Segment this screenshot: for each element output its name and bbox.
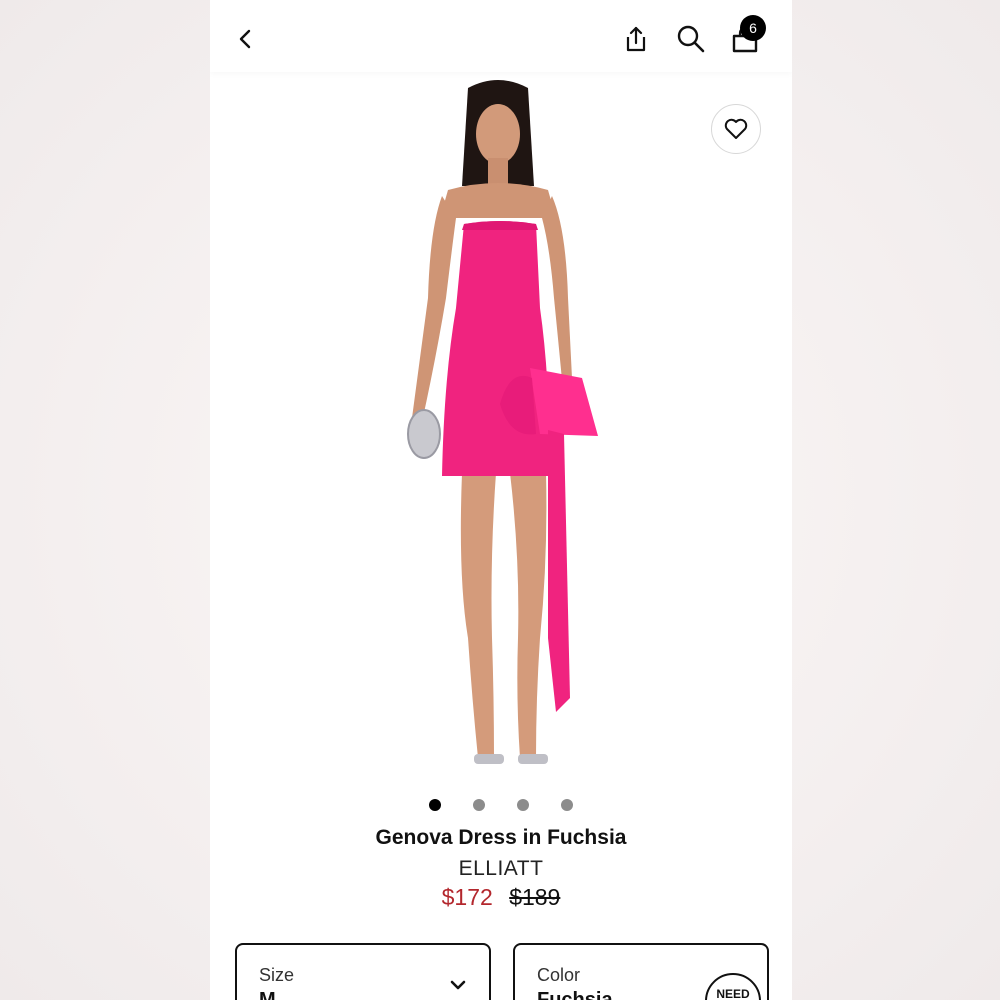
cart-count-badge: 6 [740, 15, 766, 41]
original-price: $189 [509, 884, 561, 910]
size-select[interactable]: Size M [235, 943, 491, 1000]
color-select-value: Fuchsia [537, 989, 613, 1000]
product-image[interactable] [350, 78, 650, 788]
price-row: $172 $189 [210, 884, 792, 911]
heart-icon [724, 118, 748, 139]
search-icon [677, 25, 705, 53]
product-title: Genova Dress in Fuchsia [375, 826, 627, 849]
carousel-dot-2[interactable] [473, 799, 485, 811]
chevron-left-icon [239, 29, 251, 49]
top-nav-bar: 6 [210, 0, 792, 72]
image-carousel-dots [210, 799, 792, 813]
need-help-label: NEED [716, 987, 750, 1000]
product-brand[interactable]: ELLIATT [210, 857, 792, 881]
size-select-label: Size [259, 965, 295, 985]
search-button[interactable] [671, 19, 711, 59]
app-screen: 6 Genova Dress in Fuchsia ELLIATT $172 $… [210, 0, 792, 1000]
carousel-dot-3[interactable] [517, 799, 529, 811]
sale-price: $172 [441, 884, 493, 910]
color-select[interactable]: Color Fuchsia NEED [513, 943, 769, 1000]
chevron-down-icon [450, 980, 466, 990]
share-button[interactable] [616, 19, 656, 59]
carousel-dot-1[interactable] [429, 799, 441, 811]
share-icon [626, 26, 646, 52]
back-button[interactable] [226, 19, 266, 59]
need-help-button[interactable]: NEED [705, 973, 761, 1000]
favorite-button[interactable] [711, 104, 761, 154]
color-select-label: Color [537, 965, 581, 985]
carousel-dot-4[interactable] [561, 799, 573, 811]
size-select-value: M [259, 989, 276, 1000]
